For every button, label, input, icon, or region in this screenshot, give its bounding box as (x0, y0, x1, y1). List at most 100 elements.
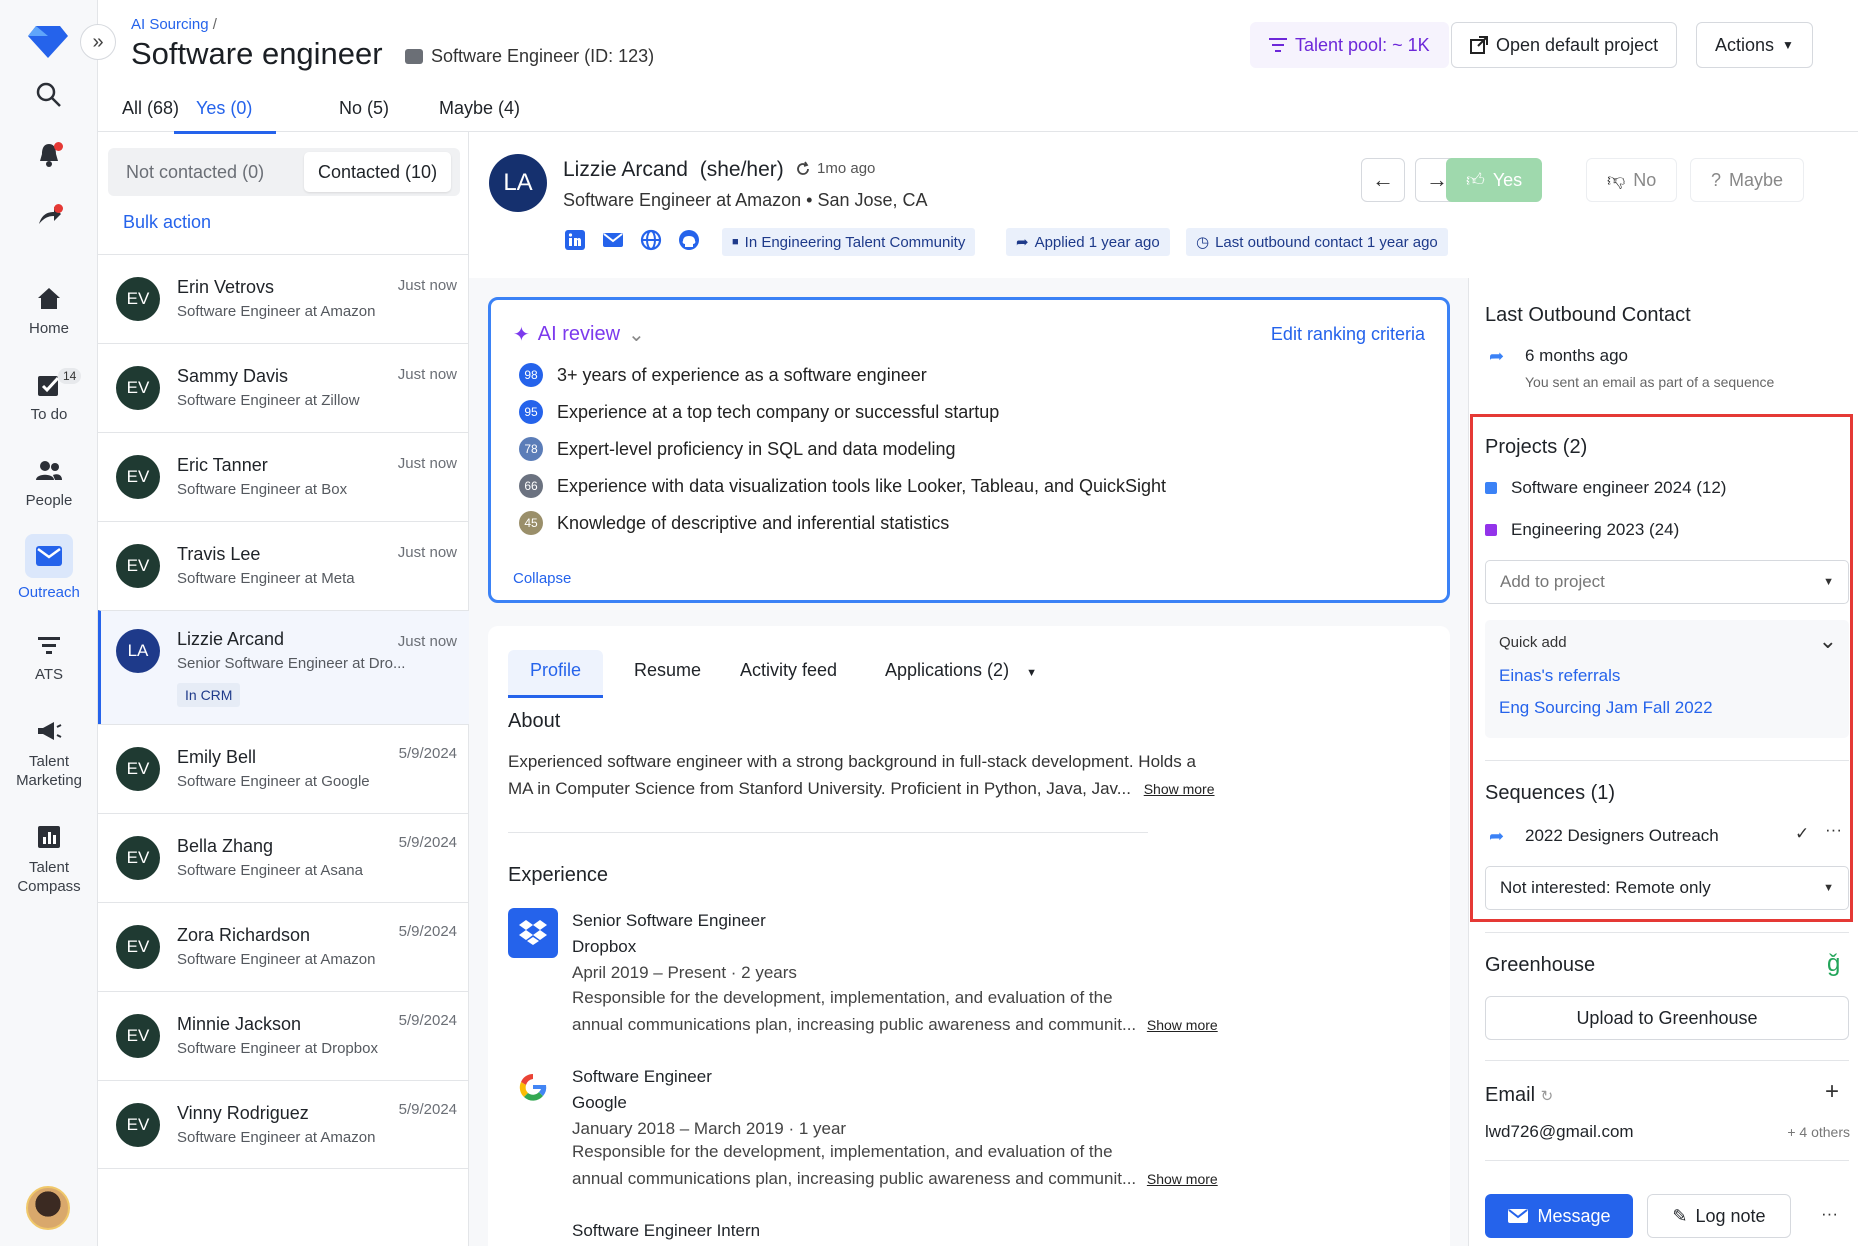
candidate-avatar: EV (116, 747, 160, 791)
github-icon[interactable] (677, 228, 701, 252)
candidate-name: Lizzie Arcand (177, 629, 285, 649)
refresh-icon[interactable]: ↻ (1541, 1088, 1554, 1105)
quick-add-link[interactable]: Eng Sourcing Jam Fall 2022 (1499, 698, 1713, 718)
open-default-project-button[interactable]: Open default project (1451, 22, 1678, 68)
tab-applications[interactable]: Applications (2) ▼ (863, 650, 1059, 695)
user-avatar[interactable] (26, 1186, 70, 1230)
candidate-row[interactable]: EV Emily Bell Software Engineer at Googl… (98, 724, 469, 813)
email-value[interactable]: lwd726@gmail.com (1485, 1122, 1634, 1142)
candidate-time: 5/9/2024 (398, 1101, 457, 1118)
about-heading: About (508, 710, 561, 732)
project-item[interactable]: Engineering 2023 (24) (1485, 520, 1679, 540)
sequence-name[interactable]: 2022 Designers Outreach (1525, 826, 1719, 846)
caret-down-icon: ▼ (1823, 576, 1834, 588)
candidate-name: Eric Tanner (177, 455, 268, 475)
maybe-button[interactable]: ? Maybe (1690, 158, 1805, 202)
previous-candidate-button[interactable]: ← (1361, 158, 1405, 202)
yes-button[interactable]: 👍︎ Yes (1446, 158, 1543, 202)
candidate-row[interactable]: EV Vinny Rodriguez Software Engineer at … (98, 1080, 469, 1169)
talent-pool-button[interactable]: Talent pool: ~ 1K (1250, 22, 1449, 68)
upload-to-greenhouse-button[interactable]: Upload to Greenhouse (1485, 996, 1849, 1040)
log-note-button[interactable]: ✎ Log note (1647, 1194, 1791, 1238)
actions-dropdown-button[interactable]: Actions ▼ (1696, 22, 1813, 68)
candidate-row[interactable]: EV Erin Vetrovs Software Engineer at Ama… (98, 254, 469, 343)
segment-contacted[interactable]: Contacted (10) (304, 152, 452, 192)
nav-search[interactable] (0, 80, 98, 116)
tab-all[interactable]: All (68) (122, 98, 179, 131)
nav-home[interactable]: Home (0, 284, 98, 337)
breadcrumb-link[interactable]: AI Sourcing (131, 16, 209, 33)
plus-icon[interactable]: + (1825, 1078, 1839, 1106)
candidate-row[interactable]: EV Zora Richardson Software Engineer at … (98, 902, 469, 991)
contact-segmented-control: Not contacted (0) Contacted (10) (108, 148, 460, 196)
email-heading-text: Email (1485, 1084, 1536, 1106)
experience-show-more-link[interactable]: Show more (1147, 1017, 1218, 1033)
more-options-icon[interactable]: ··· (1825, 820, 1842, 840)
nav-notifications[interactable] (0, 140, 98, 176)
email-others[interactable]: + 4 others (1787, 1124, 1850, 1140)
nav-talent-compass[interactable]: Talent Compass (0, 822, 98, 896)
nav-label: ATS (34, 666, 64, 683)
nav-todo[interactable]: 14 To do (0, 368, 98, 423)
candidate-avatar: EV (116, 1103, 160, 1147)
thumbs-up-icon: 👍︎ (1466, 170, 1485, 190)
nav-talent-marketing[interactable]: Talent Marketing (0, 716, 98, 790)
candidate-row[interactable]: EV Eric Tanner Software Engineer at Box … (98, 432, 469, 521)
tab-resume[interactable]: Resume (612, 650, 723, 695)
tab-yes[interactable]: Yes (0) (174, 98, 277, 134)
expand-sidebar-button[interactable]: » (80, 24, 116, 60)
ai-review-card: ✦ AI review ⌄ Edit ranking criteria 98 3… (488, 297, 1450, 603)
profile-avatar: LA (489, 154, 547, 212)
candidate-row-selected[interactable]: LA Lizzie Arcand Senior Software Enginee… (98, 610, 469, 724)
filter-lines-icon (38, 637, 60, 654)
project-item[interactable]: Software engineer 2024 (12) (1485, 478, 1726, 498)
tab-no[interactable]: No (5) (339, 98, 389, 131)
nav-outreach[interactable]: Outreach (0, 534, 98, 601)
outreach-icon-wrap (25, 534, 73, 578)
linkedin-icon[interactable] (563, 228, 587, 252)
tab-maybe[interactable]: Maybe (4) (439, 98, 520, 131)
experience-show-more-link[interactable]: Show more (1147, 1171, 1218, 1187)
edit-ranking-criteria-link[interactable]: Edit ranking criteria (1271, 324, 1425, 345)
candidate-row[interactable]: EV Bella Zhang Software Engineer at Asan… (98, 813, 469, 902)
profile-location: San Jose, CA (817, 190, 928, 210)
candidate-row[interactable]: EV Travis Lee Software Engineer at Meta … (98, 521, 469, 610)
segment-not-contacted[interactable]: Not contacted (0) (112, 152, 278, 192)
more-actions-icon[interactable]: ··· (1821, 1204, 1838, 1224)
profile-links (563, 228, 701, 252)
candidate-time: Just now (397, 277, 457, 294)
candidate-subtitle: Senior Software Engineer at Dro... (177, 655, 406, 672)
no-button[interactable]: 👎︎ No (1586, 158, 1678, 202)
candidate-time: Just now (397, 455, 457, 472)
google-logo-icon (508, 1062, 558, 1112)
candidate-row[interactable]: EV Sammy Davis Software Engineer at Zill… (98, 343, 469, 432)
add-to-project-select[interactable]: Add to project ▼ (1485, 560, 1849, 604)
about-show-more-link[interactable]: Show more (1144, 781, 1215, 797)
candidate-subtitle: Software Engineer at Dropbox (177, 1040, 378, 1057)
tab-activity-feed[interactable]: Activity feed (718, 650, 859, 695)
criterion-text: 3+ years of experience as a software eng… (557, 364, 927, 385)
app-logo-icon[interactable] (28, 24, 68, 58)
chevron-down-icon[interactable]: ⌄ (1819, 628, 1837, 654)
profile-pronouns: (she/her) (699, 158, 784, 181)
sequence-status-select[interactable]: Not interested: Remote only ▼ (1485, 866, 1849, 910)
candidate-row[interactable]: EV Minnie Jackson Software Engineer at D… (98, 991, 469, 1080)
thumbs-down-icon: 👎︎ (1607, 170, 1626, 190)
refresh-icon[interactable] (795, 161, 811, 177)
bulk-action-link[interactable]: Bulk action (123, 212, 211, 233)
profile-name: Lizzie Arcand (she/her) (563, 158, 784, 182)
ai-review-toggle[interactable]: ✦ AI review ⌄ (513, 322, 645, 347)
yes-label: Yes (1492, 169, 1523, 190)
candidate-name: Emily Bell (177, 747, 257, 767)
tab-profile[interactable]: Profile (508, 650, 604, 698)
collapse-link[interactable]: Collapse (513, 570, 571, 587)
quick-add-link[interactable]: Einas's referrals (1499, 666, 1620, 686)
candidate-name: Minnie Jackson (177, 1014, 302, 1034)
message-button[interactable]: Message (1485, 1194, 1633, 1238)
globe-icon[interactable] (639, 228, 663, 252)
nav-ats[interactable]: ATS (0, 630, 98, 683)
nav-activity[interactable] (0, 200, 98, 236)
email-icon[interactable] (601, 228, 625, 252)
candidate-subtitle: Software Engineer at Google (177, 773, 370, 790)
nav-people[interactable]: People (0, 456, 98, 509)
